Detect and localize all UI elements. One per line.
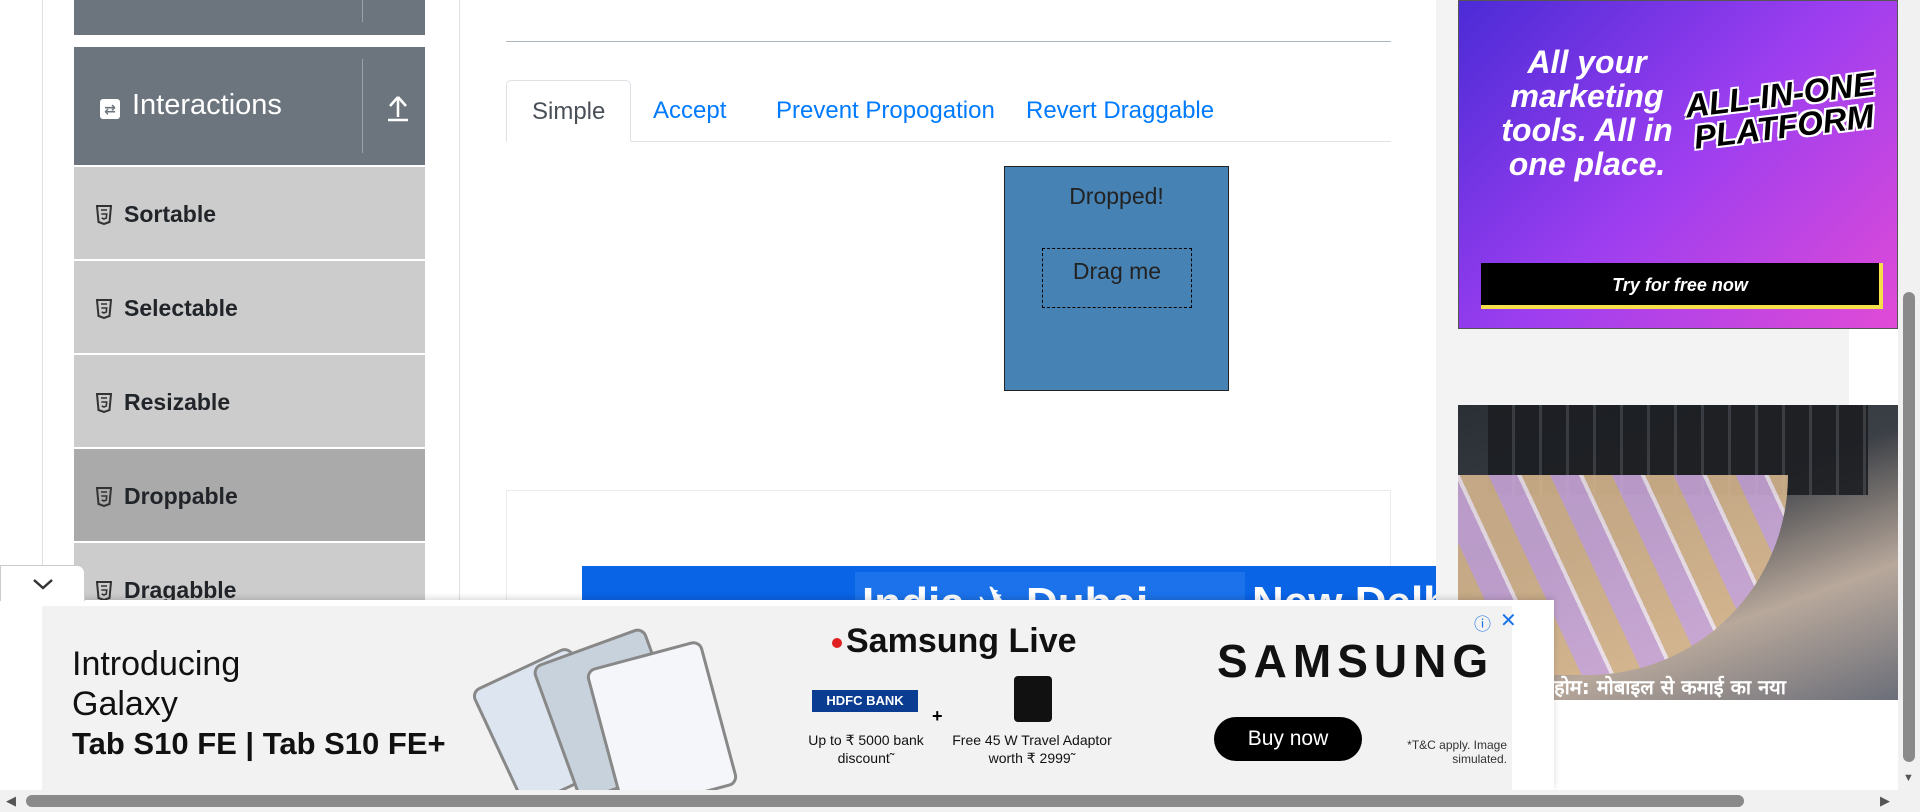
header-divider (506, 41, 1391, 42)
sidebar-item-label: Selectable (124, 295, 238, 321)
charger-icon (1014, 676, 1052, 722)
horizontal-scrollbar[interactable]: ◀ ▶ (0, 790, 1920, 812)
offer-bank-discount: Up to ₹ 5000 bank discount˜ (808, 732, 924, 766)
intro-line-1: Introducing (72, 645, 241, 683)
money-ad-caption: होम: मोबाइल से कमाई का नया (1554, 675, 1786, 699)
page: ⇄ Interactions Sortable Selectable Resiz… (0, 0, 1920, 812)
tab-simple[interactable]: Simple (506, 80, 632, 142)
sidebar-group-interactions[interactable]: ⇄ Interactions (74, 47, 425, 165)
scroll-left-icon[interactable]: ◀ (6, 793, 16, 809)
hdfc-logo: HDFC BANK (812, 690, 918, 712)
collapse-up-icon[interactable] (383, 91, 413, 125)
sidebar-item-sortable[interactable]: Sortable (74, 167, 425, 261)
plus-sign: + (932, 706, 943, 726)
collapse-ad-button[interactable] (0, 565, 85, 601)
samsung-logo: SAMSUNG (1217, 635, 1495, 687)
samsung-intro: Introducing Galaxy Tab S10 FE | Tab S10 … (72, 644, 446, 764)
close-icon[interactable]: ✕ (1500, 608, 1517, 633)
html5-icon (96, 299, 112, 319)
bottom-banner-ad[interactable]: Introducing Galaxy Tab S10 FE | Tab S10 … (0, 600, 1554, 812)
intro-line-2: Galaxy (72, 685, 178, 723)
live-dot-icon (832, 638, 842, 649)
vertical-scrollbar[interactable]: ▼ (1898, 0, 1920, 790)
sidebar-item-label: Sortable (124, 201, 217, 227)
sidebar-item-resizable[interactable]: Resizable (74, 355, 425, 449)
sidebar-menu: Sortable Selectable Resizable Droppable … (74, 167, 425, 637)
promo-badge: ALL-IN-ONE PLATFORM (1683, 64, 1877, 156)
sidebar-border-right (459, 0, 460, 600)
drop-status-label: Dropped! (1069, 183, 1164, 209)
sidebar-item-droppable[interactable]: Droppable (74, 449, 425, 543)
sidebar-group-title: Interactions (132, 89, 282, 121)
html5-icon (96, 393, 112, 413)
promo-button[interactable]: Try for free now (1481, 263, 1883, 309)
samsung-live-label: Samsung Live (846, 622, 1077, 660)
droppable-tabs: Simple Accept Prevent Propogation Revert… (506, 80, 1391, 142)
promo-ad[interactable]: All your marketing tools. All in one pla… (1458, 0, 1898, 329)
offer-travel-adaptor: Free 45 W Travel Adaptor worth ₹ 2999˜ (952, 732, 1112, 766)
scroll-down-icon[interactable]: ▼ (1903, 772, 1914, 784)
tab-accept[interactable]: Accept (628, 80, 751, 142)
promo-text: All your marketing tools. All in one pla… (1501, 44, 1673, 182)
html5-icon (96, 581, 112, 601)
buy-now-button[interactable]: Buy now (1214, 717, 1362, 761)
html5-icon (96, 205, 112, 225)
html5-icon (96, 487, 112, 507)
sidebar-item-label: Resizable (124, 389, 231, 415)
intro-line-3: Tab S10 FE | Tab S10 FE+ (72, 726, 446, 761)
sidebar-border-left (42, 0, 43, 600)
tab-prevent-propogation[interactable]: Prevent Propogation (751, 80, 1020, 142)
vertical-scroll-thumb[interactable] (1903, 292, 1915, 762)
horizontal-scroll-thumb[interactable] (26, 795, 1744, 807)
chevron-down-icon (33, 579, 53, 590)
divider (362, 59, 363, 153)
sidebar-group-previous[interactable] (74, 0, 425, 35)
scroll-right-icon[interactable]: ▶ (1880, 793, 1890, 809)
interactions-icon: ⇄ (100, 99, 120, 119)
adchoices-icon[interactable]: ⓘ (1474, 610, 1491, 635)
tablet-image (469, 622, 740, 812)
draggable-box[interactable]: Drag me (1042, 248, 1192, 308)
tnc-note: *T&C apply. Image simulated. (1407, 738, 1507, 766)
sidebar-item-label: Droppable (124, 483, 238, 509)
sidebar-item-selectable[interactable]: Selectable (74, 261, 425, 355)
samsung-live: Samsung Live (832, 622, 1077, 661)
tab-revert-draggable[interactable]: Revert Draggable (1001, 80, 1239, 142)
